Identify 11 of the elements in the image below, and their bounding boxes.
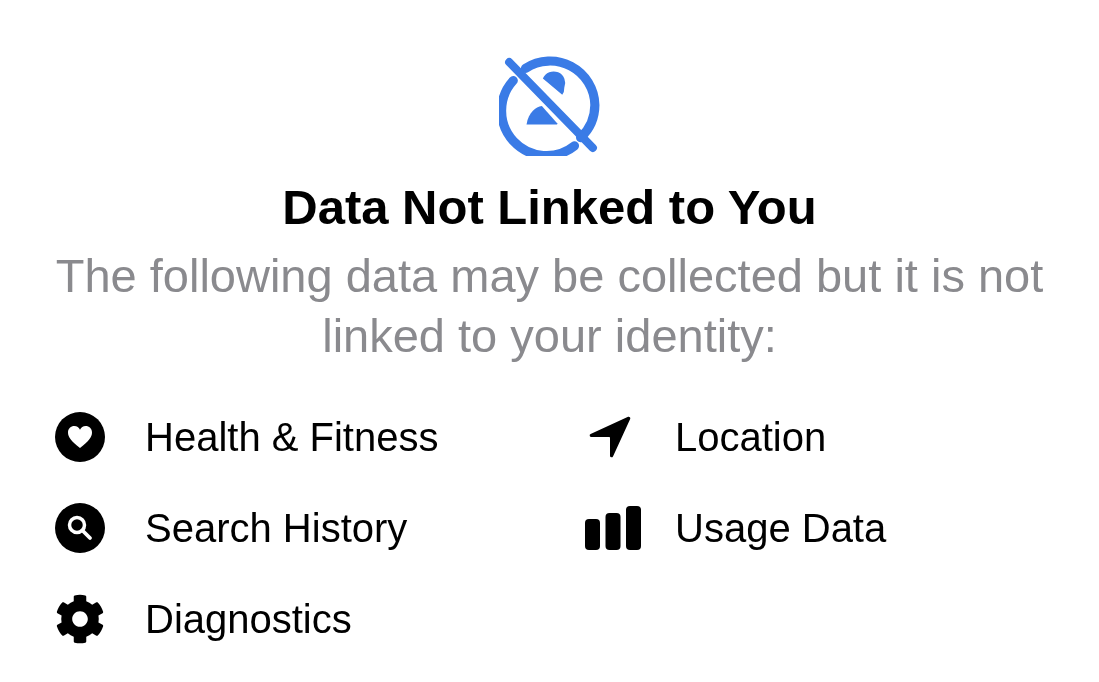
data-type-label: Search History — [145, 504, 408, 552]
person-crossed-out-icon — [498, 54, 601, 156]
search-icon — [55, 502, 105, 553]
settings-icon — [55, 593, 105, 644]
data-type-label: Health & Fitness — [145, 413, 439, 461]
section-description: The following data may be collected but it is not linked to your identity: — [54, 248, 1045, 364]
section-title: Data Not Linked to You — [282, 179, 817, 235]
data-type-label: Usage Data — [675, 504, 887, 552]
data-type-label: Location — [675, 413, 827, 461]
data-type-label: Diagnostics — [145, 595, 352, 643]
bar-chart-icon — [585, 505, 641, 550]
